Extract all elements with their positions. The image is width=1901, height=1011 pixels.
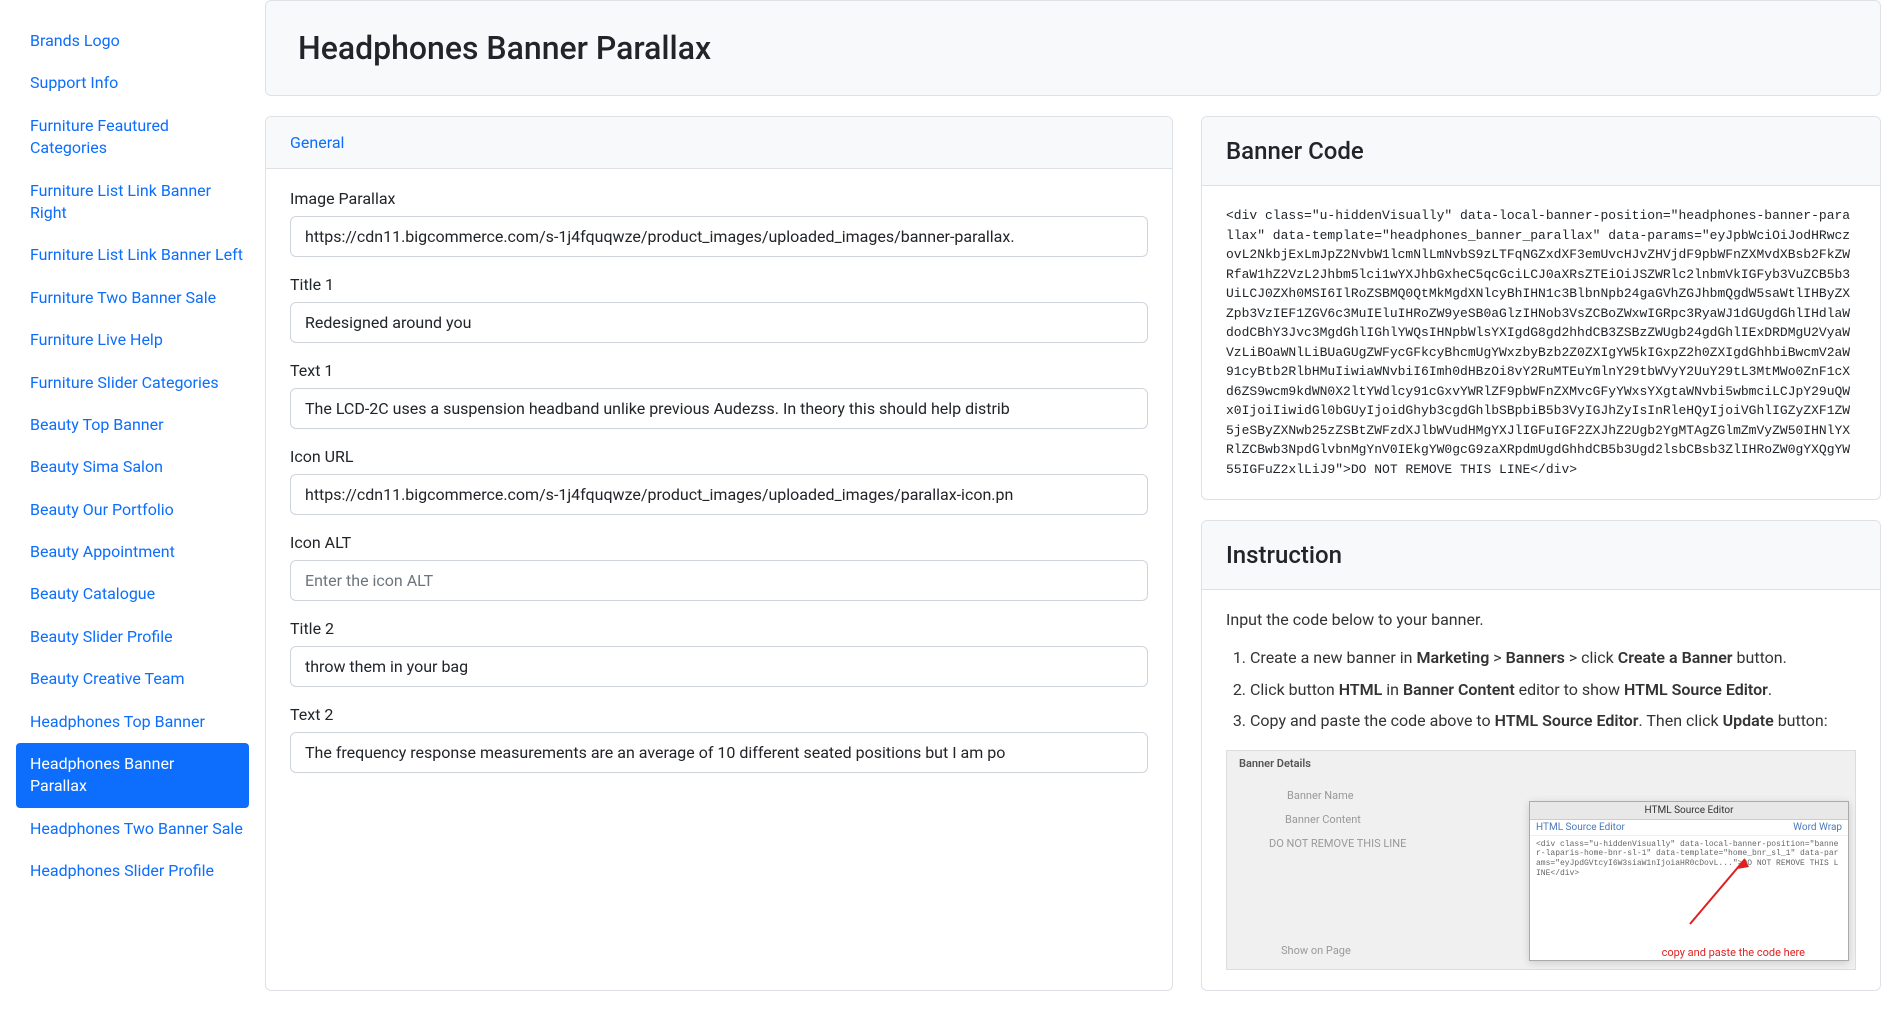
screenshot-arrow-label: copy and paste the code here <box>1662 946 1805 959</box>
sidebar-item-furniture-slider-categories[interactable]: Furniture Slider Categories <box>0 362 265 404</box>
sidebar-item-beauty-slider-profile[interactable]: Beauty Slider Profile <box>0 616 265 658</box>
banner-code-panel: Banner Code <div class="u-hiddenVisually… <box>1201 116 1881 500</box>
sidebar-item-support-info[interactable]: Support Info <box>0 62 265 104</box>
label-text1: Text 1 <box>290 361 1148 380</box>
screenshot-editor-title: HTML Source Editor <box>1530 802 1848 820</box>
sidebar-nav: Brands Logo Support Info Furniture Feaut… <box>0 0 265 1011</box>
banner-code-title: Banner Code <box>1226 137 1856 165</box>
page-title: Headphones Banner Parallax <box>298 29 1848 67</box>
right-column: Banner Code <div class="u-hiddenVisually… <box>1201 116 1881 991</box>
input-icon-url[interactable] <box>290 474 1148 515</box>
input-title1[interactable] <box>290 302 1148 343</box>
screenshot-word-wrap: Word Wrap <box>1793 822 1842 833</box>
instruction-screenshot: Banner Details Banner Name Banner Conten… <box>1226 750 1856 970</box>
form-panel: General Image Parallax Title 1 Text 1 Ic… <box>265 116 1173 991</box>
input-icon-alt[interactable] <box>290 560 1148 601</box>
screenshot-do-not-remove-label: DO NOT REMOVE THIS LINE <box>1269 837 1406 850</box>
input-image-parallax[interactable] <box>290 216 1148 257</box>
sidebar-item-beauty-appointment[interactable]: Beauty Appointment <box>0 531 265 573</box>
instruction-step-1: Create a new banner in Marketing > Banne… <box>1250 645 1856 671</box>
sidebar-item-furniture-list-link-banner-right[interactable]: Furniture List Link Banner Right <box>0 170 265 235</box>
instruction-intro: Input the code below to your banner. <box>1226 610 1856 629</box>
label-icon-url: Icon URL <box>290 447 1148 466</box>
input-text2[interactable] <box>290 732 1148 773</box>
sidebar-item-headphones-two-banner-sale[interactable]: Headphones Two Banner Sale <box>0 808 265 850</box>
main-content: Headphones Banner Parallax General Image… <box>265 0 1901 1011</box>
sidebar-item-beauty-our-portfolio[interactable]: Beauty Our Portfolio <box>0 489 265 531</box>
form-body: Image Parallax Title 1 Text 1 Icon URL I… <box>266 169 1172 811</box>
sidebar-item-headphones-top-banner[interactable]: Headphones Top Banner <box>0 701 265 743</box>
tab-bar: General <box>266 117 1172 169</box>
sidebar-item-furniture-list-link-banner-left[interactable]: Furniture List Link Banner Left <box>0 234 265 276</box>
screenshot-editor-window: HTML Source Editor HTML Source Editor Wo… <box>1529 801 1849 961</box>
screenshot-banner-details-label: Banner Details <box>1239 757 1311 770</box>
sidebar-item-brands-logo[interactable]: Brands Logo <box>0 20 265 62</box>
content-row: General Image Parallax Title 1 Text 1 Ic… <box>265 116 1881 991</box>
instruction-list: Create a new banner in Marketing > Banne… <box>1226 645 1856 734</box>
screenshot-show-on-page-label: Show on Page <box>1281 944 1351 957</box>
instruction-step-2: Click button HTML in Banner Content edit… <box>1250 677 1856 703</box>
label-icon-alt: Icon ALT <box>290 533 1148 552</box>
screenshot-editor-sub: HTML Source Editor <box>1536 822 1625 833</box>
sidebar-item-furniture-two-banner-sale[interactable]: Furniture Two Banner Sale <box>0 277 265 319</box>
page-header: Headphones Banner Parallax <box>265 0 1881 96</box>
sidebar-item-beauty-creative-team[interactable]: Beauty Creative Team <box>0 658 265 700</box>
sidebar-item-beauty-catalogue[interactable]: Beauty Catalogue <box>0 573 265 615</box>
label-text2: Text 2 <box>290 705 1148 724</box>
tab-general[interactable]: General <box>290 133 344 152</box>
sidebar-item-furniture-featured-categories[interactable]: Furniture Feautured Categories <box>0 105 265 170</box>
input-title2[interactable] <box>290 646 1148 687</box>
sidebar-item-furniture-live-help[interactable]: Furniture Live Help <box>0 319 265 361</box>
instruction-panel: Instruction Input the code below to your… <box>1201 520 1881 991</box>
input-text1[interactable] <box>290 388 1148 429</box>
instruction-step-3: Copy and paste the code above to HTML So… <box>1250 708 1856 734</box>
sidebar-item-beauty-sima-salon[interactable]: Beauty Sima Salon <box>0 446 265 488</box>
sidebar-item-headphones-slider-profile[interactable]: Headphones Slider Profile <box>0 850 265 892</box>
label-title2: Title 2 <box>290 619 1148 638</box>
sidebar-item-headphones-banner-parallax[interactable]: Headphones Banner Parallax <box>16 743 249 808</box>
label-image-parallax: Image Parallax <box>290 189 1148 208</box>
screenshot-banner-name-label: Banner Name <box>1287 789 1354 802</box>
banner-code-content[interactable]: <div class="u-hiddenVisually" data-local… <box>1226 206 1856 479</box>
screenshot-banner-content-label: Banner Content <box>1285 813 1361 826</box>
label-title1: Title 1 <box>290 275 1148 294</box>
screenshot-editor-body: <div class="u-hiddenVisually" data-local… <box>1530 836 1848 882</box>
instruction-title: Instruction <box>1226 541 1856 569</box>
sidebar-item-beauty-top-banner[interactable]: Beauty Top Banner <box>0 404 265 446</box>
